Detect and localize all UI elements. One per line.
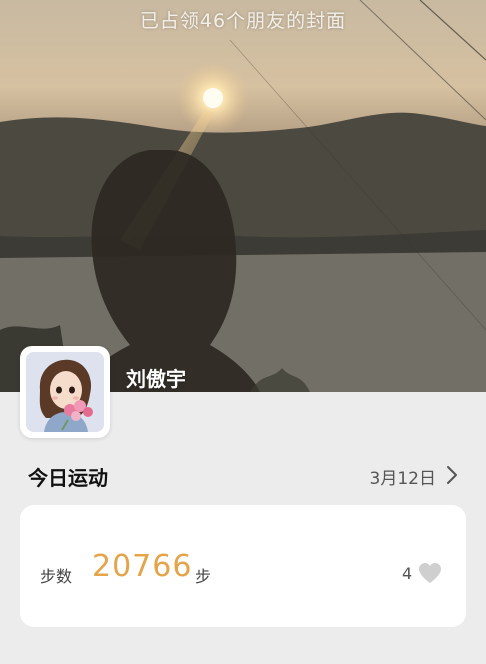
- steps-value: 20766: [92, 549, 193, 584]
- chevron-right-icon: [447, 466, 457, 484]
- today-date: 3月12日: [369, 469, 436, 489]
- cover-caption: 已占领46个朋友的封面: [139, 10, 347, 32]
- steps-card[interactable]: 步数 20766 步 4: [20, 505, 466, 627]
- avatar[interactable]: [20, 346, 110, 438]
- steps-unit: 步: [195, 567, 212, 586]
- cover-image: [0, 0, 486, 392]
- steps-label: 步数: [40, 567, 73, 586]
- heart-icon[interactable]: [418, 562, 442, 584]
- cover-photo[interactable]: 已占领46个朋友的封面 刘傲宇: [0, 0, 486, 392]
- today-exercise-title: 今日运动: [28, 466, 108, 490]
- user-name[interactable]: 刘傲宇: [126, 363, 186, 392]
- like-count: 4: [402, 564, 413, 583]
- today-exercise-row[interactable]: 今日运动 3月12日: [28, 460, 458, 490]
- avatar-image: [26, 352, 104, 432]
